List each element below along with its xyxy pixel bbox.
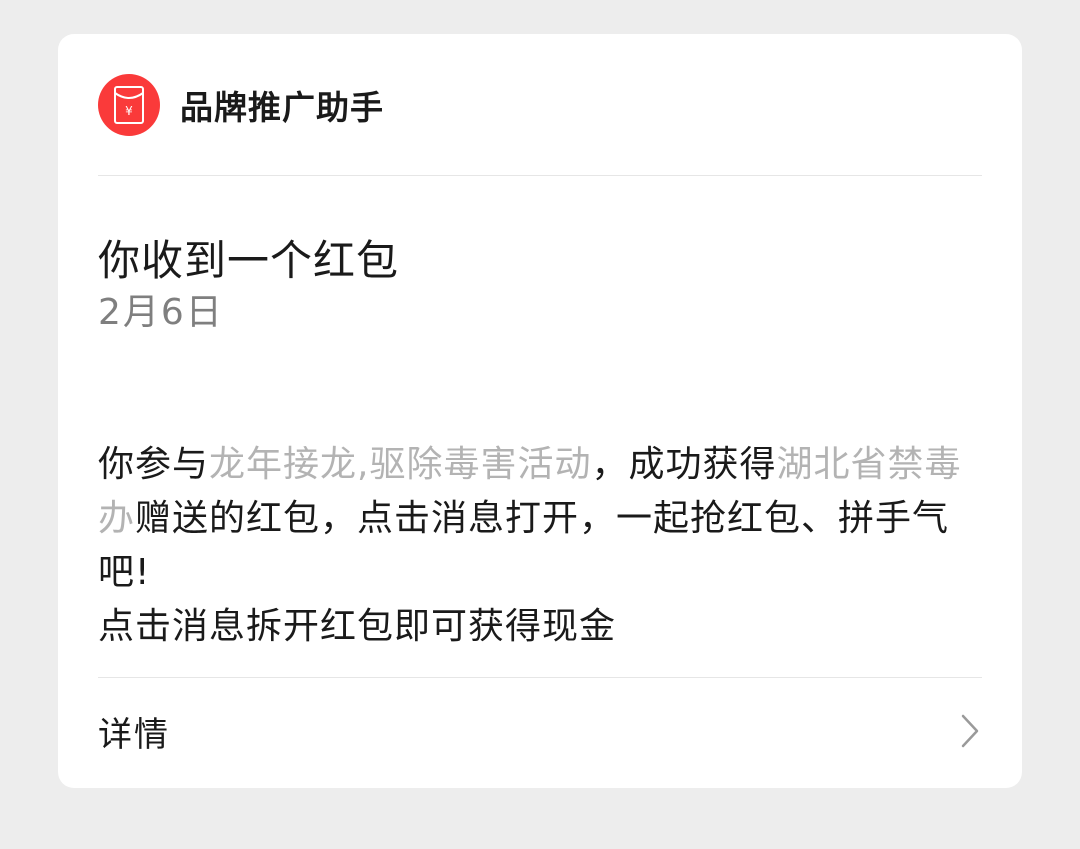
footer-divider xyxy=(98,677,982,678)
notification-card[interactable]: ¥ 品牌推广助手 你收到一个红包 2月6日 你参与龙年接龙,驱除毒害活动，成功获… xyxy=(58,34,1022,788)
message-text: 赠送的红包，点击消息打开，一起抢红包、拼手气吧! xyxy=(98,498,950,593)
svg-text:¥: ¥ xyxy=(125,104,133,118)
message-text: ，成功获得 xyxy=(591,444,777,485)
header-divider xyxy=(98,175,982,176)
red-envelope-icon: ¥ xyxy=(114,86,144,124)
chevron-right-icon xyxy=(958,711,982,751)
details-label: 详情 xyxy=(98,714,170,755)
card-header: ¥ 品牌推广助手 xyxy=(98,74,982,136)
brand-name: 品牌推广助手 xyxy=(180,88,384,127)
message-body: 你参与龙年接龙,驱除毒害活动，成功获得湖北省禁毒办赠送的红包，点击消息打开，一起… xyxy=(98,438,978,654)
details-row[interactable]: 详情 xyxy=(98,698,982,764)
message-hint: 点击消息拆开红包即可获得现金 xyxy=(98,606,617,647)
notification-title: 你收到一个红包 xyxy=(98,236,400,285)
message-text: 你参与 xyxy=(98,444,210,485)
avatar[interactable]: ¥ xyxy=(98,74,160,136)
activity-name: 龙年接龙,驱除毒害活动 xyxy=(209,444,592,485)
notification-date: 2月6日 xyxy=(98,292,224,333)
